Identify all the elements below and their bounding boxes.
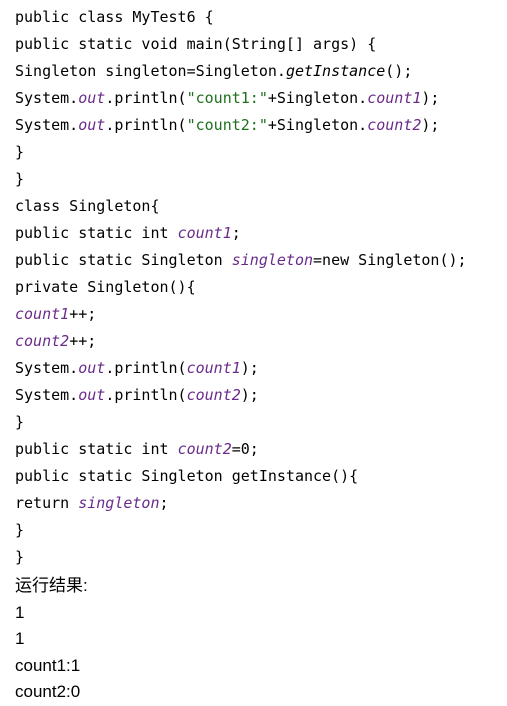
- code-line: public static Singleton getInstance(){: [15, 463, 500, 490]
- code-token: count2: [186, 386, 241, 404]
- code-token: return: [15, 494, 79, 512]
- code-line: System.out.println("count1:"+Singleton.c…: [15, 85, 500, 112]
- code-line: }: [15, 166, 500, 193]
- code-token: out: [78, 116, 106, 134]
- code-token: );: [240, 359, 259, 377]
- code-token: .println(: [105, 386, 187, 404]
- code-line: count2++;: [15, 328, 500, 355]
- code-token: }: [15, 143, 25, 161]
- code-token: count2: [177, 440, 232, 458]
- code-token: getInstance: [285, 62, 386, 80]
- code-token: +Singleton.: [267, 89, 368, 107]
- code-token: "count2:": [186, 116, 268, 134]
- code-token: singleton: [78, 494, 160, 512]
- code-line: }: [15, 544, 500, 571]
- code-token: }: [15, 170, 25, 188]
- code-token: count1: [177, 224, 232, 242]
- code-line: }: [15, 409, 500, 436]
- code-line: public static void main(String[] args) {: [15, 31, 500, 58]
- code-line: System.out.println(count1);: [15, 355, 500, 382]
- code-token: Singleton singleton=Singleton.: [15, 62, 286, 80]
- code-token: System.: [15, 386, 79, 404]
- output-line: count1:1: [15, 655, 81, 675]
- code-token: count1: [186, 359, 241, 377]
- code-token: ;: [159, 494, 169, 512]
- code-line: }: [15, 139, 500, 166]
- code-token: singleton: [231, 251, 314, 269]
- code-token: public static int: [15, 440, 178, 458]
- code-token: ();: [385, 62, 413, 80]
- code-block: public class MyTest6 { public static void…: [15, 4, 500, 571]
- code-token: System.: [15, 116, 79, 134]
- code-token: out: [78, 359, 106, 377]
- code-line: class Singleton{: [15, 193, 500, 220]
- code-token: public static int: [15, 224, 178, 242]
- code-token: =0;: [231, 440, 259, 458]
- code-line: public static int count2=0;: [15, 436, 500, 463]
- code-token: out: [78, 386, 106, 404]
- code-line: count1++;: [15, 301, 500, 328]
- code-line: private Singleton(){: [15, 274, 500, 301]
- code-token: count1: [367, 89, 422, 107]
- code-token: count2: [367, 116, 422, 134]
- output-line: count2:0: [15, 682, 81, 701]
- output-line: 1: [15, 602, 25, 622]
- article-body: public class MyTest6 { public static void…: [15, 4, 500, 706]
- code-token: "count1:": [186, 89, 268, 107]
- code-token: );: [421, 116, 440, 134]
- code-token: ;: [231, 224, 241, 242]
- code-token: System.: [15, 359, 79, 377]
- code-line: System.out.println(count2);: [15, 382, 500, 409]
- code-line: public static int count1;: [15, 220, 500, 247]
- code-token: out: [78, 89, 106, 107]
- code-token: .println(: [105, 116, 187, 134]
- code-token: .println(: [105, 359, 187, 377]
- run-output: 运行结果: 1 1 count1:1 count2:0: [15, 573, 500, 706]
- output-line: 1: [15, 629, 25, 648]
- code-line: Singleton singleton=Singleton.getInstanc…: [15, 58, 500, 85]
- code-token: class Singleton{: [15, 197, 160, 215]
- code-token: }: [15, 548, 25, 566]
- code-token: public static Singleton: [15, 251, 232, 269]
- code-token: public class MyTest6 {: [15, 8, 214, 26]
- code-token: ++;: [69, 305, 97, 323]
- code-token: }: [15, 413, 25, 431]
- code-token: private Singleton(){: [15, 278, 196, 296]
- code-token: ++;: [69, 332, 97, 350]
- code-token: .println(: [105, 89, 187, 107]
- code-line: public static Singleton singleton=new Si…: [15, 247, 500, 274]
- code-token: public static Singleton getInstance(){: [15, 467, 359, 485]
- code-line: return singleton;: [15, 490, 500, 517]
- code-token: }: [15, 521, 25, 539]
- code-token: count1: [15, 305, 70, 323]
- output-heading: 运行结果:: [15, 576, 88, 595]
- code-line: }: [15, 517, 500, 544]
- code-token: +Singleton.: [267, 116, 368, 134]
- code-line: System.out.println("count2:"+Singleton.c…: [15, 112, 500, 139]
- code-token: public static void main(String[] args) {: [15, 35, 377, 53]
- code-token: );: [240, 386, 259, 404]
- code-token: count2: [15, 332, 70, 350]
- code-token: );: [421, 89, 440, 107]
- code-token: System.: [15, 89, 79, 107]
- code-token: =new Singleton();: [313, 251, 467, 269]
- code-line: public class MyTest6 {: [15, 4, 500, 31]
